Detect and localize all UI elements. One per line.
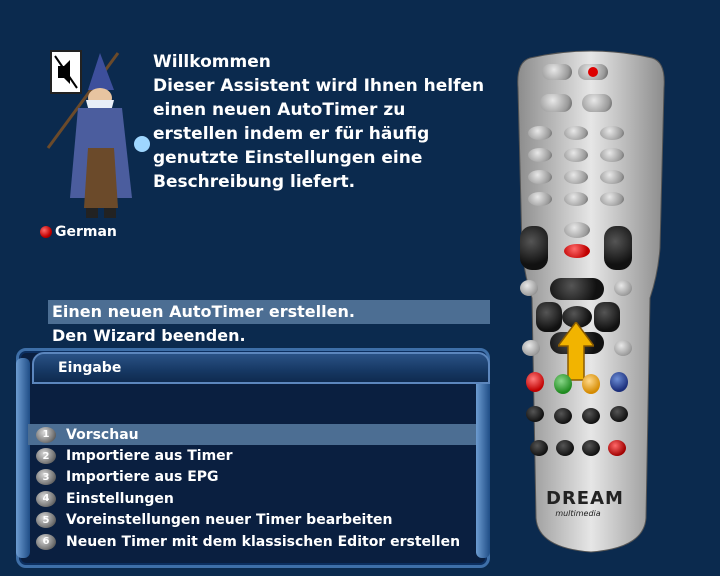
red-button-icon (40, 226, 52, 238)
number-2-icon: 2 (36, 448, 56, 465)
brand-sub: multimedia (555, 509, 601, 518)
menu-item-label: Neuen Timer mit dem klassischen Editor e… (66, 533, 461, 550)
intro-line: genutzte Einstellungen eine (153, 148, 423, 168)
power-button[interactable] (578, 64, 608, 80)
remote-key-8[interactable] (564, 170, 588, 184)
panel-title: Eingabe (32, 352, 490, 384)
menu-item-label: Importiere aus EPG (66, 469, 219, 486)
intro-line: erstellen indem er für häufig (153, 124, 430, 144)
number-1-icon: 1 (36, 426, 56, 443)
menu-item-label: Voreinstellungen neuer Timer bearbeiten (66, 512, 393, 529)
mute-button[interactable] (564, 222, 590, 238)
intro-line: einen neuen AutoTimer zu (153, 100, 406, 120)
shift-button[interactable] (542, 64, 572, 80)
number-4-icon: 4 (36, 490, 56, 507)
remote-brand-logo: DREAM multimedia (546, 488, 624, 518)
up-button[interactable] (550, 278, 604, 300)
number-6-icon: 6 (36, 533, 56, 550)
choice-label: Den Wizard beenden. (52, 326, 246, 345)
remote-key-6[interactable] (600, 148, 624, 162)
red-button[interactable] (526, 372, 544, 392)
yellow-button[interactable] (582, 374, 600, 394)
remote-key-2[interactable] (564, 126, 588, 140)
choice-create-autotimer[interactable]: Einen neuen AutoTimer erstellen. (48, 300, 490, 324)
number-5-icon: 5 (36, 512, 56, 529)
menu-item-label: Einstellungen (66, 490, 174, 507)
number-3-icon: 3 (36, 469, 56, 486)
menu-item-classic-editor[interactable]: 6 Neuen Timer mit dem klassischen Editor… (28, 531, 476, 552)
remote-key-next[interactable] (600, 192, 624, 206)
remote-key-7[interactable] (528, 170, 552, 184)
remote-key-1[interactable] (528, 126, 552, 140)
menu-item-label: Importiere aus Timer (66, 448, 233, 465)
mute-icon (50, 50, 82, 94)
menu-item-preview[interactable]: 1 Vorschau (28, 424, 476, 446)
green-button[interactable] (554, 374, 572, 394)
play-pause-button[interactable] (554, 408, 572, 424)
dream-button[interactable] (540, 94, 572, 112)
menu-item-settings[interactable]: 4 Einstellungen (28, 488, 476, 509)
menu-item-defaults[interactable]: 5 Voreinstellungen neuer Timer bearbeite… (28, 510, 476, 531)
tv-mode-button[interactable] (530, 440, 548, 456)
volume-rocker[interactable] (520, 226, 548, 270)
choice-exit-wizard[interactable]: Den Wizard beenden. (48, 324, 490, 348)
remote-key-3[interactable] (600, 126, 624, 140)
intro-line: Dieser Assistent wird Ihnen helfen (153, 76, 485, 96)
menu-item-label: Vorschau (66, 426, 139, 443)
panel-menu: 1 Vorschau 2 Importiere aus Timer 3 Impo… (28, 424, 476, 552)
pvr-button[interactable] (614, 340, 632, 356)
choice-label: Einen neuen AutoTimer erstellen. (52, 302, 355, 321)
menu-item-import-timer[interactable]: 2 Importiere aus Timer (28, 445, 476, 466)
remote-control: DREAM multimedia (510, 48, 672, 556)
help-button[interactable] (522, 340, 540, 356)
remote-key-5[interactable] (564, 148, 588, 162)
right-button[interactable] (594, 302, 620, 332)
record-button[interactable] (608, 440, 626, 456)
language-selector[interactable]: German (40, 224, 117, 240)
radio-button[interactable] (556, 440, 574, 456)
blue-button[interactable] (610, 372, 628, 392)
language-label: German (55, 224, 117, 240)
stop-button[interactable] (582, 408, 600, 424)
text-button[interactable] (582, 440, 600, 456)
brand-name: DREAM (546, 488, 624, 509)
info-button[interactable] (520, 280, 538, 296)
rewind-button[interactable] (526, 406, 544, 422)
remote-key-9[interactable] (600, 170, 624, 184)
panel-right-bar (476, 358, 490, 558)
exit-button[interactable] (564, 244, 590, 258)
remote-key-0[interactable] (564, 192, 588, 206)
forward-button[interactable] (610, 406, 628, 422)
menu-item-import-epg[interactable]: 3 Importiere aus EPG (28, 467, 476, 488)
menu-button[interactable] (614, 280, 632, 296)
bouquet-rocker[interactable] (604, 226, 632, 270)
intro-text: Willkommen Dieser Assistent wird Ihnen h… (153, 50, 493, 194)
tv-button[interactable] (582, 94, 612, 112)
remote-key-prev[interactable] (528, 192, 552, 206)
intro-line: Beschreibung liefert. (153, 172, 356, 192)
intro-line: Willkommen (153, 52, 271, 72)
remote-key-4[interactable] (528, 148, 552, 162)
